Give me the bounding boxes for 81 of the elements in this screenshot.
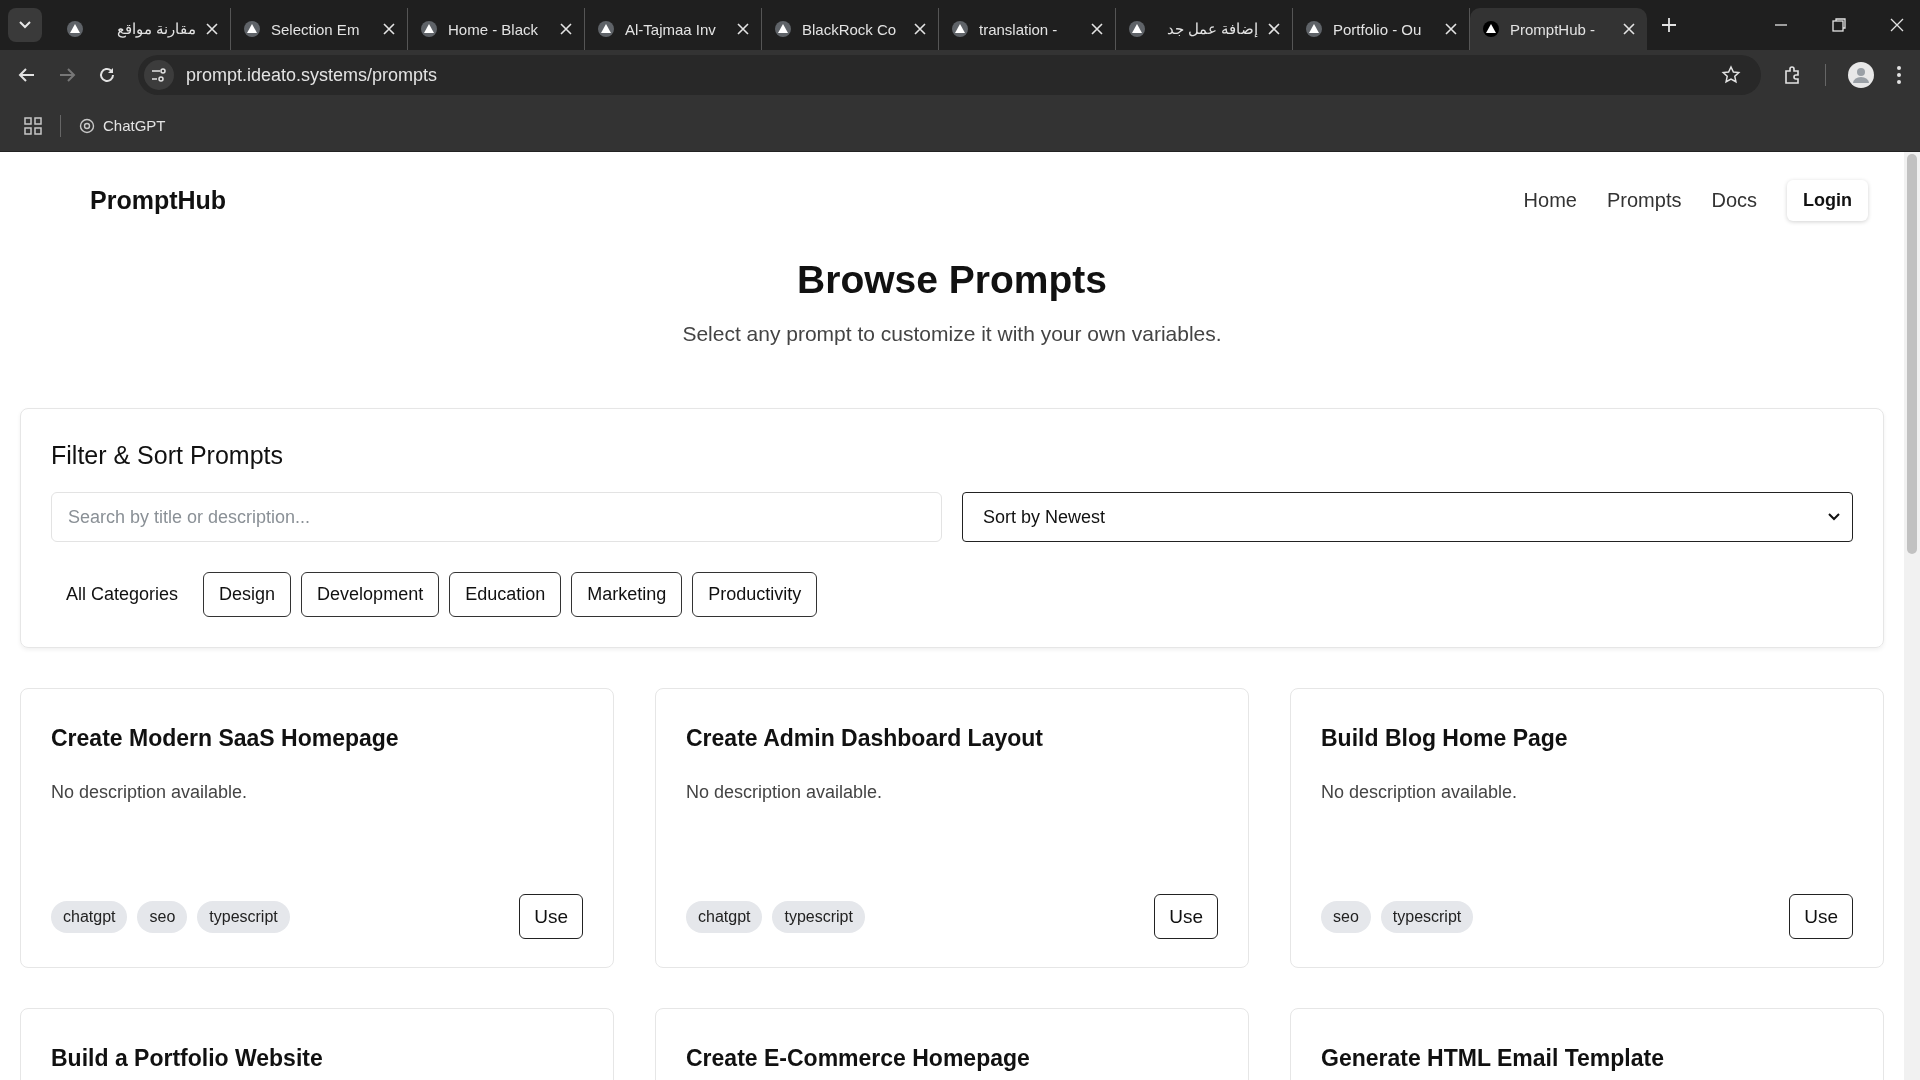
close-icon[interactable] xyxy=(1091,23,1103,35)
close-icon[interactable] xyxy=(737,23,749,35)
prompt-title: Build Blog Home Page xyxy=(1321,725,1569,752)
close-icon[interactable] xyxy=(206,23,218,35)
tag: seo xyxy=(137,900,188,933)
prompt-title: Create E-Commerce Homepage xyxy=(686,1045,1031,1072)
category-button[interactable]: Marketing xyxy=(571,572,683,617)
bookmark[interactable]: ChatGPT xyxy=(79,117,166,134)
tab-title: Al-Tajmaa Inv xyxy=(625,20,717,38)
url-text: prompt.ideato.systems/prompts xyxy=(186,64,438,86)
restore-icon[interactable] xyxy=(1832,18,1846,32)
tab-title: Selection Em xyxy=(271,20,361,38)
favicon-icon xyxy=(1482,20,1500,38)
use-button[interactable]: Use xyxy=(519,894,583,939)
caret-icon xyxy=(19,21,31,29)
menu-icon[interactable] xyxy=(1896,65,1902,85)
scrollbar-thumb[interactable] xyxy=(1907,154,1917,554)
prompt-title: Build a Portfolio Website xyxy=(51,1045,324,1072)
favicon-icon xyxy=(1128,20,1146,38)
prompt-title: Create Modern SaaS Homepage xyxy=(51,725,400,752)
tag: seo xyxy=(1321,900,1371,933)
favicon-icon xyxy=(774,20,792,38)
favicon-icon xyxy=(597,20,615,38)
nav-link[interactable]: Docs xyxy=(1711,188,1757,212)
tab-title: translation - xyxy=(979,20,1059,38)
tab-title: Portfolio - Ou xyxy=(1333,20,1423,38)
tab-title: PromptHub - xyxy=(1510,20,1597,38)
browser-tab[interactable]: PromptHub - xyxy=(1470,8,1647,50)
search-field[interactable]: Search by title or description... xyxy=(51,492,942,542)
tag: typescript xyxy=(772,900,865,933)
tag: typescript xyxy=(197,900,290,933)
page-subtitle: Select any prompt to customize it with your own variables. xyxy=(681,322,1223,346)
favicon-icon xyxy=(951,20,969,38)
favicon-icon xyxy=(420,20,438,38)
site-settings-icon[interactable] xyxy=(144,60,174,90)
favicon-icon xyxy=(243,20,261,38)
close-icon[interactable] xyxy=(1890,18,1904,32)
tab-title: Home - Black xyxy=(448,20,540,38)
close-icon[interactable] xyxy=(383,23,395,35)
tab-title: مقارنة مواقع xyxy=(115,20,196,38)
avatar-icon[interactable] xyxy=(1848,62,1874,88)
close-icon[interactable] xyxy=(1623,23,1635,35)
close-icon[interactable] xyxy=(1445,23,1457,35)
prompt-description: No description available. xyxy=(686,782,884,803)
tab-title: إضافة عمل جد xyxy=(1165,20,1258,38)
tab-search-button[interactable] xyxy=(8,8,42,42)
use-button[interactable]: Use xyxy=(1154,894,1218,939)
close-icon[interactable] xyxy=(560,23,572,35)
tab-title: BlackRock Co xyxy=(802,20,898,38)
category-button[interactable]: Productivity xyxy=(692,572,818,617)
star-icon[interactable] xyxy=(1721,65,1741,85)
login-button[interactable]: Login xyxy=(1787,179,1868,221)
nav-link[interactable]: Home xyxy=(1523,188,1577,212)
prompt-description: No description available. xyxy=(51,782,249,803)
category-button[interactable]: Education xyxy=(449,572,562,617)
page-title: Browse Prompts xyxy=(796,258,1108,302)
brand-logo[interactable]: PromptHub xyxy=(90,185,227,215)
close-icon[interactable] xyxy=(1268,23,1280,35)
prompt-title: Create Admin Dashboard Layout xyxy=(686,725,1044,752)
category-button[interactable]: Development xyxy=(301,572,440,617)
favicon-icon xyxy=(1305,20,1323,38)
favicon-icon xyxy=(66,20,84,38)
address-bar[interactable]: prompt.ideato.systems/prompts xyxy=(138,55,1761,95)
close-icon[interactable] xyxy=(914,23,926,35)
back-icon[interactable] xyxy=(18,66,36,84)
bookmark-icon xyxy=(79,117,95,134)
filter-title: Filter & Sort Prompts xyxy=(51,441,284,470)
category-button[interactable]: Design xyxy=(203,572,292,617)
use-button[interactable]: Use xyxy=(1789,894,1853,939)
tag: chatgpt xyxy=(51,900,128,933)
reload-icon[interactable] xyxy=(98,66,116,84)
prompt-description: No description available. xyxy=(1321,782,1519,803)
forward-icon[interactable] xyxy=(58,66,76,84)
tag: chatgpt xyxy=(686,900,763,933)
nav-link[interactable]: Prompts xyxy=(1606,188,1682,212)
prompt-title: Generate HTML Email Template xyxy=(1321,1045,1665,1072)
new-tab-icon[interactable] xyxy=(1661,17,1677,33)
tag: typescript xyxy=(1380,900,1474,933)
chevron-icon xyxy=(1828,513,1840,521)
apps-icon[interactable] xyxy=(24,116,42,135)
sort-dropdown[interactable]: Sort by Newest xyxy=(962,492,1853,542)
